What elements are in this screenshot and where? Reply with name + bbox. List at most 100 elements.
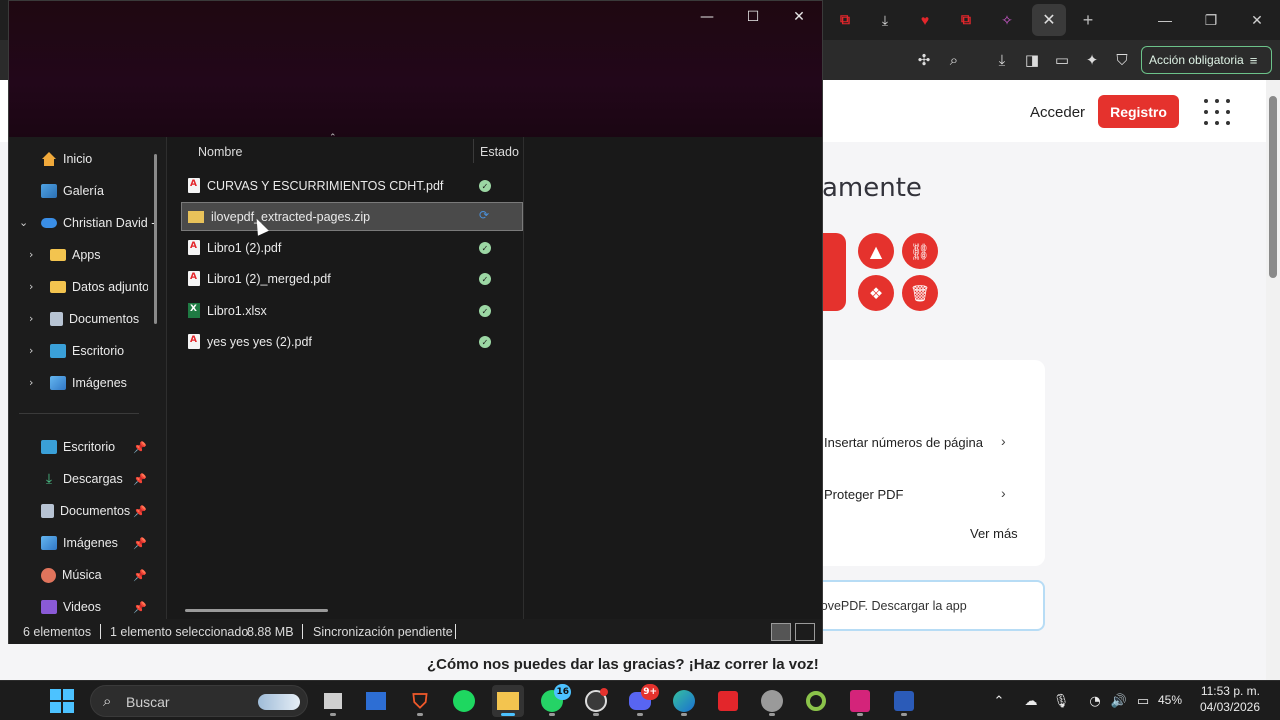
- shield-icon[interactable]: ⛉: [1110, 48, 1134, 72]
- microphone-icon[interactable]: 🎙: [1051, 691, 1071, 711]
- download-icon[interactable]: ⤓: [990, 48, 1014, 72]
- file-row[interactable]: Libro1.xlsx ✓: [182, 297, 522, 324]
- chevron-down-icon[interactable]: ⌄: [19, 216, 28, 229]
- pro-app-icon[interactable]: [756, 685, 788, 717]
- file-row-selected[interactable]: ilovepdf_extracted-pages.zip ⟳: [181, 202, 523, 231]
- ai-sparkle-icon[interactable]: ✦: [1080, 48, 1104, 72]
- nav-pane-scrollbar[interactable]: [154, 154, 157, 324]
- chevron-right-icon[interactable]: ›: [1001, 433, 1006, 449]
- nav-item-galeria[interactable]: Galería: [41, 178, 104, 204]
- column-name-header[interactable]: Nombre: [198, 145, 242, 159]
- chevron-up-icon[interactable]: ⌃: [989, 691, 1009, 711]
- register-button[interactable]: Registro: [1098, 95, 1179, 128]
- pin-icon[interactable]: 📌: [133, 505, 147, 518]
- windows-start-icon[interactable]: [50, 689, 74, 713]
- explorer-titlebar[interactable]: — ☐ ✕: [9, 1, 822, 137]
- download-tab-icon[interactable]: ⤓: [873, 8, 897, 32]
- quick-access-musica[interactable]: Música: [41, 562, 102, 588]
- whatsapp-icon[interactable]: 16: [536, 684, 571, 717]
- file-row[interactable]: CURVAS Y ESCURRIMIENTOS CDHT.pdf ✓: [182, 172, 522, 199]
- word-icon[interactable]: [888, 685, 920, 717]
- link-icon[interactable]: ⛓: [902, 233, 938, 269]
- pin-icon[interactable]: 📌: [133, 537, 147, 550]
- insert-page-numbers-link[interactable]: Insertar números de página: [824, 435, 983, 450]
- nav-item-inicio[interactable]: Inicio: [41, 146, 92, 172]
- obs-icon[interactable]: [580, 685, 612, 717]
- nav-item-datos-adjuntos[interactable]: Datos adjuntos: [50, 274, 148, 300]
- login-link[interactable]: Acceder: [1030, 104, 1085, 121]
- sparkle-tab-icon[interactable]: ✧: [995, 8, 1019, 32]
- protect-pdf-link[interactable]: Proteger PDF: [824, 487, 903, 502]
- pin-icon[interactable]: 📌: [133, 441, 147, 454]
- heart-tab-icon[interactable]: ♥: [913, 8, 937, 32]
- column-separator[interactable]: [473, 139, 474, 163]
- chevron-right-icon[interactable]: ›: [1001, 485, 1006, 501]
- visual-studio-icon[interactable]: [360, 685, 392, 717]
- sidebar-icon[interactable]: ◨: [1020, 48, 1044, 72]
- pin-icon[interactable]: 📌: [133, 473, 147, 486]
- download-app-link[interactable]: Descargar la app: [872, 599, 967, 613]
- onedrive-sync-icon[interactable]: ☁: [1021, 691, 1041, 711]
- chevron-right-icon[interactable]: ›: [29, 248, 33, 261]
- close-icon[interactable]: ✕: [779, 5, 819, 29]
- restore-icon[interactable]: ❐: [1196, 8, 1226, 32]
- volume-icon[interactable]: 🔊: [1109, 691, 1129, 711]
- dropbox-icon[interactable]: ❖: [858, 275, 894, 311]
- chevron-right-icon[interactable]: ›: [29, 280, 33, 293]
- spotify-icon[interactable]: [448, 685, 480, 717]
- chevron-right-icon[interactable]: ›: [29, 312, 33, 325]
- discord-icon[interactable]: 9+: [624, 684, 659, 717]
- nav-item-documentos[interactable]: Documentos: [50, 306, 139, 332]
- wallet-icon[interactable]: ▭: [1050, 48, 1074, 72]
- tiles-view-icon[interactable]: [795, 623, 815, 641]
- app-download-banner[interactable]: lovePDF. Descargar la app: [810, 580, 1045, 631]
- edge-icon[interactable]: [668, 685, 700, 717]
- minimize-icon[interactable]: —: [687, 5, 727, 29]
- column-status-header[interactable]: Estado: [480, 145, 519, 159]
- trash-icon[interactable]: 🗑: [902, 275, 938, 311]
- close-icon[interactable]: ✕: [1242, 8, 1272, 32]
- quick-access-imagenes[interactable]: Imágenes: [41, 530, 118, 556]
- file-explorer-icon[interactable]: [492, 685, 524, 717]
- battery-icon[interactable]: ▭: [1133, 691, 1153, 711]
- active-tab-close-icon[interactable]: ✕: [1032, 4, 1066, 36]
- pin-icon[interactable]: 📌: [133, 569, 147, 582]
- maximize-icon[interactable]: ☐: [733, 5, 773, 29]
- quick-access-videos[interactable]: Videos: [41, 594, 101, 620]
- file-row[interactable]: yes yes yes (2).pdf ✓: [182, 328, 522, 355]
- screenshot-search-icon[interactable]: ⌕: [942, 48, 966, 72]
- pin-icon[interactable]: 📌: [133, 601, 147, 614]
- acrobat-icon[interactable]: [712, 685, 744, 717]
- quick-access-documentos[interactable]: Documentos: [41, 498, 130, 524]
- quick-access-escritorio[interactable]: Escritorio: [41, 434, 115, 460]
- google-drive-icon[interactable]: ▲: [858, 233, 894, 269]
- pdf-tab-icon[interactable]: ⧉: [954, 8, 978, 32]
- access-app-icon[interactable]: [844, 685, 876, 717]
- pdf-tab-icon[interactable]: ⧉: [833, 8, 857, 32]
- minimize-icon[interactable]: —: [1150, 8, 1180, 32]
- horizontal-scrollbar[interactable]: [185, 609, 328, 612]
- page-scrollbar-thumb[interactable]: [1269, 96, 1277, 278]
- nav-item-imagenes[interactable]: Imágenes: [50, 370, 127, 396]
- wifi-icon[interactable]: ◔: [1085, 691, 1105, 711]
- clock-time[interactable]: 11:53 p. m.: [1200, 684, 1260, 698]
- qgis-icon[interactable]: [800, 685, 832, 717]
- chevron-right-icon[interactable]: ›: [29, 344, 33, 357]
- extensions-icon[interactable]: ✣: [912, 48, 936, 72]
- nav-item-apps[interactable]: Apps: [50, 242, 101, 268]
- apps-grid-icon[interactable]: [1204, 99, 1230, 125]
- nav-item-onedrive[interactable]: Christian David -: [41, 210, 155, 236]
- brave-icon[interactable]: ⛉: [404, 685, 436, 717]
- file-row[interactable]: Libro1 (2).pdf ✓: [182, 234, 522, 261]
- action-required-button[interactable]: Acción obligatoria ≡: [1141, 46, 1272, 74]
- quick-access-descargas[interactable]: ⤓ Descargas: [41, 466, 123, 492]
- new-tab-icon[interactable]: +: [1076, 8, 1100, 32]
- taskbar-search[interactable]: ⌕ Buscar: [90, 685, 308, 717]
- clock-date[interactable]: 04/03/2026: [1196, 700, 1260, 714]
- file-row[interactable]: Libro1 (2)_merged.pdf ✓: [182, 265, 522, 292]
- chevron-right-icon[interactable]: ›: [29, 376, 33, 389]
- nav-item-escritorio[interactable]: Escritorio: [50, 338, 124, 364]
- details-view-icon[interactable]: [771, 623, 791, 641]
- see-more-link[interactable]: Ver más: [970, 526, 1018, 541]
- task-view-icon[interactable]: [317, 685, 349, 717]
